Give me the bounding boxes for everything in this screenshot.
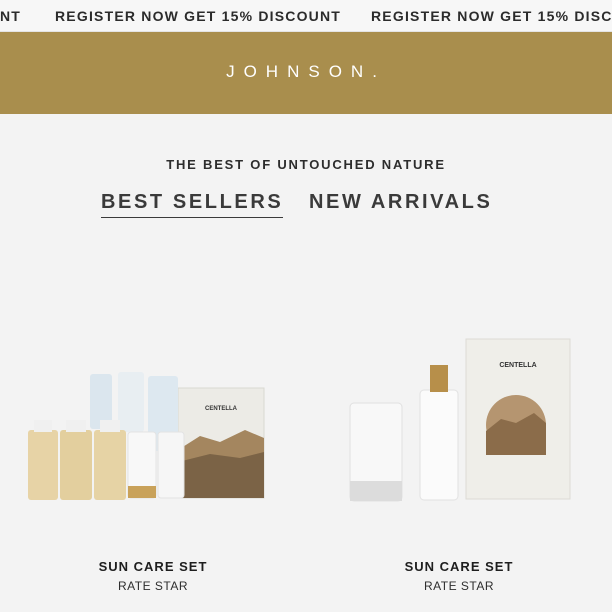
product-rating: RATE STAR	[423, 579, 495, 593]
product-image[interactable]: CENTELLA	[20, 350, 270, 500]
announcement-text[interactable]: REGISTER NOW GET 15% DISCOUNT	[55, 8, 341, 24]
product-title[interactable]: SUN CARE SET	[0, 559, 306, 574]
tab-new-arrivals[interactable]: NEW ARRIVALS	[309, 191, 492, 214]
pack-label: CENTELLA	[499, 362, 536, 369]
announcement-text[interactable]: REGISTER NOW GET 15% DISCOUNT	[371, 8, 612, 24]
product-card[interactable]: CENTELLA SUN CARE SET RATE STAR	[0, 330, 306, 600]
tab-best-sellers[interactable]: BEST SELLERS	[101, 191, 284, 218]
product-image[interactable]: CENTELLA	[346, 335, 576, 505]
header-brand-bar: JOHNSON.	[0, 32, 612, 114]
product-card[interactable]: CENTELLA SUN CARE SET RATE STAR	[306, 330, 612, 600]
announcement-text: NT	[0, 8, 22, 24]
section-tagline: THE BEST OF UNTOUCHED NATURE	[166, 157, 446, 172]
pack-label: CENTELLA	[205, 406, 238, 412]
brand-logo[interactable]: JOHNSON.	[0, 62, 612, 82]
announcement-bar: NT REGISTER NOW GET 15% DISCOUNT REGISTE…	[0, 0, 612, 32]
product-title[interactable]: SUN CARE SET	[306, 559, 612, 574]
product-rating: RATE STAR	[117, 579, 189, 593]
